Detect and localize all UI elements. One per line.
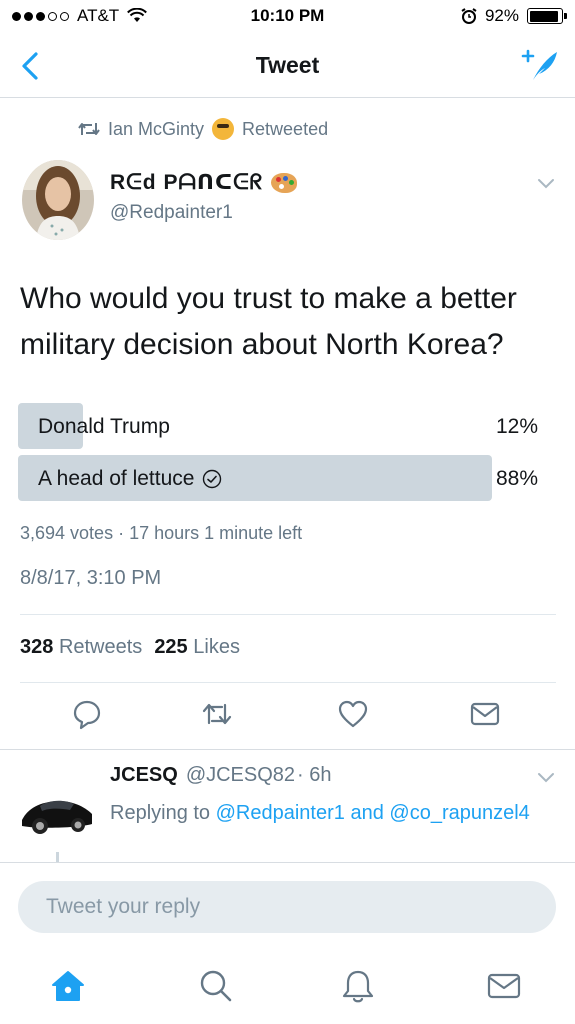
search-icon[interactable] bbox=[196, 966, 236, 1006]
poll-option-text: A head of lettuce bbox=[38, 467, 195, 490]
replying-to-label: Replying to bbox=[110, 802, 211, 824]
retweeted-label: Retweeted bbox=[242, 118, 329, 139]
likes-label: Likes bbox=[193, 636, 240, 658]
bell-icon[interactable] bbox=[338, 966, 378, 1006]
likes-count[interactable]: 225 Likes bbox=[154, 636, 240, 659]
author-handle[interactable]: @Redpainter1 bbox=[110, 202, 233, 224]
engagement-counts: 328 Retweets 225 Likes bbox=[20, 636, 240, 659]
mention-link[interactable]: @co_rapunzel4 bbox=[389, 802, 529, 824]
artist-palette-emoji-icon bbox=[271, 172, 298, 193]
reply-author-name[interactable]: JCESQ bbox=[110, 764, 178, 787]
author-display-name[interactable]: Rᕮd Pᗩᑎᑕᕮᖇ bbox=[110, 170, 298, 195]
reply-bar bbox=[0, 862, 575, 948]
status-bar: AT&T 10:10 PM 92% bbox=[0, 0, 575, 34]
retweet-context: Ian McGinty Retweeted bbox=[78, 118, 328, 140]
poll-option-text: Donald Trump bbox=[38, 415, 170, 438]
alarm-icon bbox=[461, 8, 477, 24]
replying-to-conjunction: and bbox=[350, 802, 384, 824]
battery-percent: 92% bbox=[484, 6, 519, 25]
poll-option-label: A head of lettuce bbox=[38, 467, 222, 491]
divider bbox=[20, 614, 556, 615]
poll-option-percent: 88% bbox=[495, 467, 538, 490]
retweeter-name[interactable]: Ian McGinty bbox=[108, 119, 204, 140]
poll-option-percent: 12% bbox=[495, 415, 538, 438]
poll-option-label: Donald Trump bbox=[38, 415, 170, 439]
poll-option-head-of-lettuce: A head of lettuce 88% bbox=[18, 455, 556, 501]
tweet-timestamp: 8/8/17, 3:10 PM bbox=[20, 567, 162, 589]
retweets-label: Retweets bbox=[58, 636, 143, 658]
battery-icon bbox=[527, 8, 567, 24]
reply-avatar[interactable] bbox=[18, 782, 96, 844]
compose-tweet-icon[interactable] bbox=[517, 44, 561, 86]
chevron-down-icon[interactable] bbox=[537, 772, 555, 784]
tab-bar bbox=[0, 948, 575, 1024]
reply-time: · 6h bbox=[297, 764, 332, 786]
retweets-count[interactable]: 328 Retweets bbox=[20, 636, 142, 659]
divider bbox=[20, 682, 556, 683]
section-divider bbox=[0, 749, 575, 750]
chevron-down-icon[interactable] bbox=[537, 178, 555, 190]
heart-icon[interactable] bbox=[336, 697, 370, 731]
author-name-text: Rᕮd Pᗩᑎᑕᕮᖇ bbox=[110, 171, 264, 194]
status-right: 92% bbox=[461, 6, 567, 26]
reply-input[interactable] bbox=[18, 881, 556, 933]
poll-meta: 3,694 votes · 17 hours 1 minute left bbox=[20, 523, 303, 543]
mention-link[interactable]: @Redpainter1 bbox=[216, 802, 345, 824]
reply-author-handle[interactable]: @JCESQ82 bbox=[186, 764, 295, 787]
retweet-icon bbox=[78, 123, 100, 135]
nav-bar: Tweet bbox=[0, 34, 575, 98]
page-title: Tweet bbox=[255, 52, 320, 78]
check-circle-icon bbox=[203, 469, 222, 489]
reply-header: JCESQ @JCESQ82 · 6h bbox=[110, 764, 332, 787]
reply-icon[interactable] bbox=[70, 697, 104, 731]
replying-to: Replying to @Redpainter1 and @co_rapunze… bbox=[110, 796, 530, 830]
poll-option-donald-trump: Donald Trump 12% bbox=[18, 403, 556, 449]
retweet-icon[interactable] bbox=[200, 697, 234, 731]
envelope-icon[interactable] bbox=[484, 966, 524, 1006]
tweet-text: Who would you trust to make a better mil… bbox=[20, 282, 517, 361]
poll: Donald Trump 12% A head of lettuce 88% bbox=[18, 403, 556, 507]
likes-number: 225 bbox=[154, 636, 188, 658]
envelope-icon[interactable] bbox=[468, 697, 502, 731]
home-icon[interactable] bbox=[48, 966, 88, 1006]
retweets-number: 328 bbox=[20, 636, 54, 658]
sunglasses-emoji-icon bbox=[212, 118, 235, 140]
tweet-actions bbox=[0, 697, 575, 737]
author-avatar[interactable] bbox=[22, 160, 94, 240]
